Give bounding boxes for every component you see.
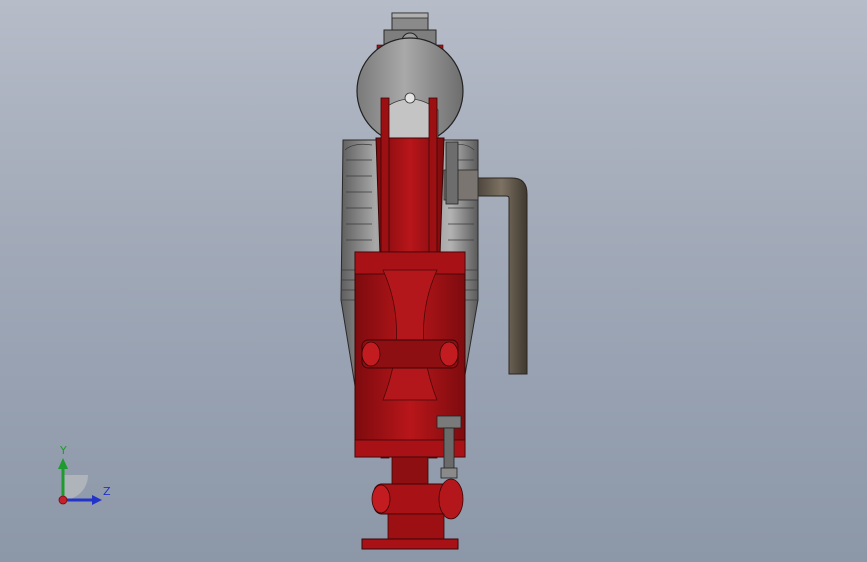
y-axis-label: Y [60, 444, 67, 457]
coordinate-triad: Y Z [40, 436, 130, 516]
turntable-disk[interactable] [356, 37, 464, 145]
x-axis-dot [58, 495, 68, 505]
graphics-viewport[interactable]: Y Z [0, 0, 867, 562]
z-axis-label: Z [103, 485, 111, 498]
cad-model[interactable] [0, 0, 867, 562]
z-axis-arrow [92, 495, 102, 505]
coordinate-triad-icon [58, 458, 102, 505]
y-axis-arrow [58, 458, 68, 469]
